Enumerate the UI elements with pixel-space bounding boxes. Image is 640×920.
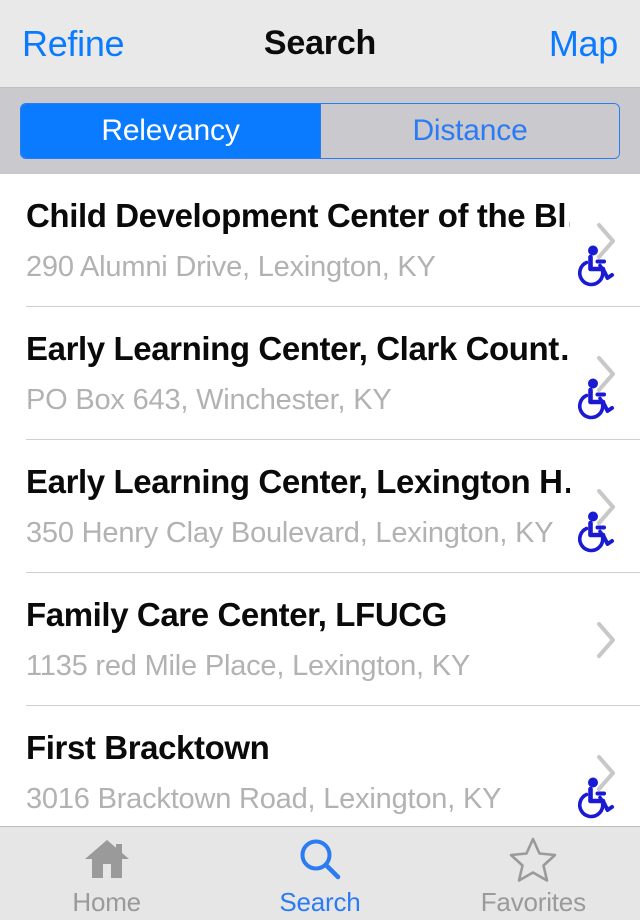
list-item[interactable]: Early Learning Center, Clark Count… PO B… — [0, 307, 640, 440]
result-name: Family Care Center, LFUCG — [26, 596, 447, 633]
wheelchair-accessible-icon — [572, 509, 618, 555]
result-name: Early Learning Center, Clark Count… — [26, 330, 570, 367]
result-address: PO Box 643, Winchester, KY — [26, 384, 392, 416]
result-address: 350 Henry Clay Boulevard, Lexington, KY — [26, 517, 554, 549]
sort-control-band: Relevancy Distance — [0, 88, 640, 174]
tab-home-label: Home — [72, 887, 141, 917]
segment-relevancy[interactable]: Relevancy — [21, 104, 320, 158]
tab-favorites[interactable]: Favorites — [427, 827, 640, 920]
search-icon — [297, 835, 343, 883]
tab-bar: Home Search Favorites — [0, 826, 640, 920]
list-item[interactable]: Family Care Center, LFUCG 1135 red Mile … — [0, 573, 640, 706]
home-icon — [83, 835, 131, 883]
list-item[interactable]: Early Learning Center, Lexington H… 350 … — [0, 440, 640, 573]
result-address: 1135 red Mile Place, Lexington, KY — [26, 650, 471, 682]
result-address: 290 Alumni Drive, Lexington, KY — [26, 251, 436, 283]
wheelchair-accessible-icon — [572, 243, 618, 289]
result-address: 3016 Bracktown Road, Lexington, KY — [26, 783, 502, 815]
wheelchair-accessible-icon — [572, 775, 618, 821]
tab-search[interactable]: Search — [213, 827, 426, 920]
result-name: First Bracktown — [26, 729, 270, 766]
refine-button[interactable]: Refine — [22, 23, 125, 65]
tab-home[interactable]: Home — [0, 827, 213, 920]
wheelchair-accessible-icon — [572, 376, 618, 422]
list-item[interactable]: First Bracktown 3016 Bracktown Road, Lex… — [0, 706, 640, 826]
chevron-right-icon — [596, 621, 618, 659]
star-icon — [509, 835, 557, 883]
search-results-list[interactable]: Child Development Center of the Bl… 290 … — [0, 174, 640, 826]
sort-segmented-control[interactable]: Relevancy Distance — [20, 103, 620, 159]
segment-distance[interactable]: Distance — [320, 104, 619, 158]
list-item[interactable]: Child Development Center of the Bl… 290 … — [0, 174, 640, 307]
result-name: Child Development Center of the Bl… — [26, 197, 570, 234]
tab-favorites-label: Favorites — [480, 887, 586, 917]
tab-search-label: Search — [279, 887, 361, 917]
app-screen: Refine Search Map Relevancy Distance Chi… — [0, 0, 640, 920]
map-button[interactable]: Map — [549, 23, 618, 65]
navigation-bar: Refine Search Map — [0, 0, 640, 88]
result-name: Early Learning Center, Lexington H… — [26, 463, 570, 500]
